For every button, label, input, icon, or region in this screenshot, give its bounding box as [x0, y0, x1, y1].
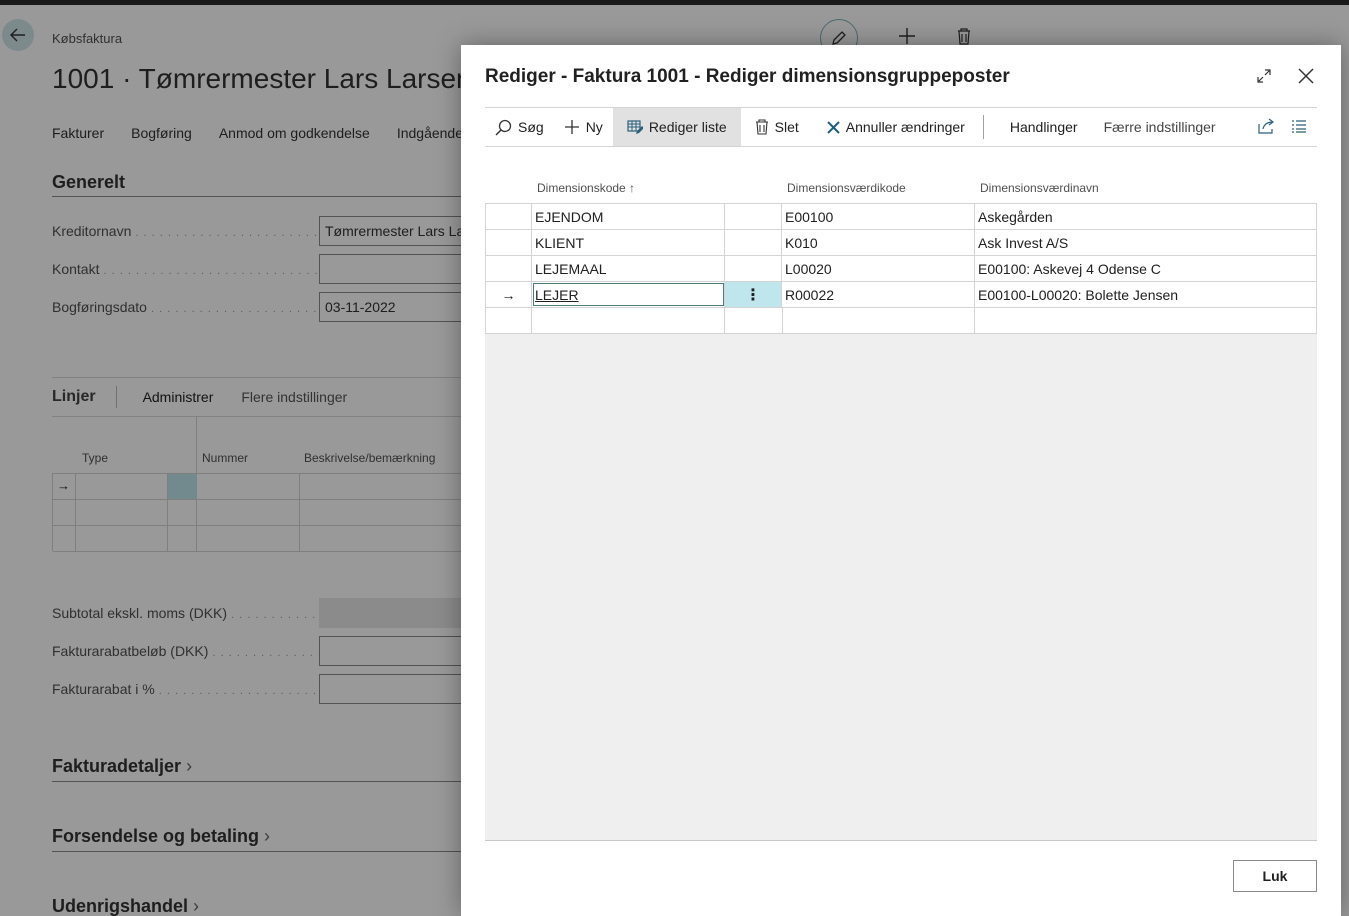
row-menu-cell[interactable] — [725, 256, 782, 281]
row-menu-cell[interactable] — [725, 230, 782, 255]
search-label: Søg — [518, 119, 544, 135]
dimension-value-name-cell: E00100-L00020: Bolette Jensen — [975, 282, 1317, 307]
close-icon — [827, 120, 840, 134]
search-icon — [495, 119, 512, 135]
dimension-code-cell[interactable]: LEJEMAAL — [532, 256, 725, 281]
table-row[interactable]: KLIENT K010 Ask Invest A/S — [485, 230, 1317, 256]
new-label: Ny — [585, 119, 603, 135]
dimension-value-code-cell[interactable]: L00020 — [782, 256, 975, 281]
more-vertical-icon: ⋮ — [745, 287, 761, 304]
row-selector-cell[interactable] — [485, 204, 532, 229]
dialog-toolbar: Søg Ny Rediger liste Slet Annuller ændri… — [485, 107, 1317, 147]
dimension-code-input[interactable]: LEJER — [532, 282, 725, 307]
trash-icon — [755, 119, 768, 135]
close-dialog-button[interactable] — [1295, 65, 1317, 87]
column-header-dimension-value-code[interactable]: Dimensionsværdikode — [787, 181, 906, 195]
table-row[interactable]: LEJEMAAL L00020 E00100: Askevej 4 Odense… — [485, 256, 1317, 282]
dimension-value-name-cell: E00100: Askevej 4 Odense C — [975, 256, 1317, 281]
actions-menu[interactable]: Handlinger — [1000, 108, 1088, 146]
dimension-code-value: LEJER — [535, 287, 579, 303]
list-view-button[interactable] — [1291, 119, 1307, 136]
table-row-active[interactable]: → LEJER ⋮ R00022 E00100-L00020: Bolette … — [485, 282, 1317, 308]
edit-list-icon — [627, 120, 643, 134]
edit-list-label: Rediger liste — [648, 119, 727, 135]
divider — [485, 840, 1317, 841]
divider — [982, 115, 984, 139]
share-button[interactable] — [1258, 118, 1275, 137]
dimension-value-code-cell[interactable]: K010 — [782, 230, 975, 255]
dimension-value-code-cell[interactable]: E00100 — [782, 204, 975, 229]
discard-changes-button[interactable]: Annuller ændringer — [817, 108, 975, 146]
expand-button[interactable] — [1253, 65, 1275, 87]
row-arrow-icon[interactable]: → — [485, 282, 532, 307]
table-row-new[interactable] — [485, 308, 1317, 334]
column-header-dimension-value-name[interactable]: Dimensionsværdinavn — [980, 181, 1099, 195]
dimension-value-name-cell: Askegården — [975, 204, 1317, 229]
dimension-value-code-cell[interactable] — [782, 308, 975, 333]
table-row[interactable]: EJENDOM E00100 Askegården — [485, 204, 1317, 230]
dimension-code-cell[interactable]: EJENDOM — [532, 204, 725, 229]
search-button[interactable]: Søg — [485, 108, 554, 146]
discard-changes-label: Annuller ændringer — [845, 119, 965, 135]
row-selector-cell[interactable] — [485, 230, 532, 255]
close-button[interactable]: Luk — [1233, 860, 1317, 892]
dimension-value-name-cell: Ask Invest A/S — [975, 230, 1317, 255]
row-menu-cell[interactable] — [725, 204, 782, 229]
expand-icon — [1257, 69, 1271, 83]
plus-icon — [564, 120, 579, 134]
edit-list-button[interactable]: Rediger liste — [612, 108, 741, 146]
column-header-dimension-code[interactable]: Dimensionskode ↑ — [537, 181, 635, 195]
dimension-entries-grid: EJENDOM E00100 Askegården KLIENT K010 As… — [485, 203, 1317, 840]
new-button[interactable]: Ny — [554, 108, 613, 146]
close-icon — [1298, 68, 1314, 84]
dimension-code-cell[interactable] — [532, 308, 725, 333]
dialog-title: Rediger - Faktura 1001 - Rediger dimensi… — [485, 66, 1010, 87]
delete-label: Slet — [774, 119, 799, 135]
row-menu-cell[interactable] — [725, 308, 782, 333]
edit-dimension-set-dialog: Rediger - Faktura 1001 - Rediger dimensi… — [461, 45, 1341, 916]
list-icon — [1292, 119, 1306, 133]
row-selector-cell[interactable] — [485, 256, 532, 281]
share-icon — [1258, 118, 1274, 134]
dimension-value-name-cell — [975, 308, 1317, 333]
fewer-options-button[interactable]: Færre indstillinger — [1094, 108, 1226, 146]
dimension-value-code-cell[interactable]: R00022 — [782, 282, 975, 307]
row-selector-cell[interactable] — [485, 308, 532, 333]
dimension-code-cell[interactable]: KLIENT — [532, 230, 725, 255]
delete-button[interactable]: Slet — [745, 108, 809, 146]
row-menu-button[interactable]: ⋮ — [725, 282, 782, 307]
